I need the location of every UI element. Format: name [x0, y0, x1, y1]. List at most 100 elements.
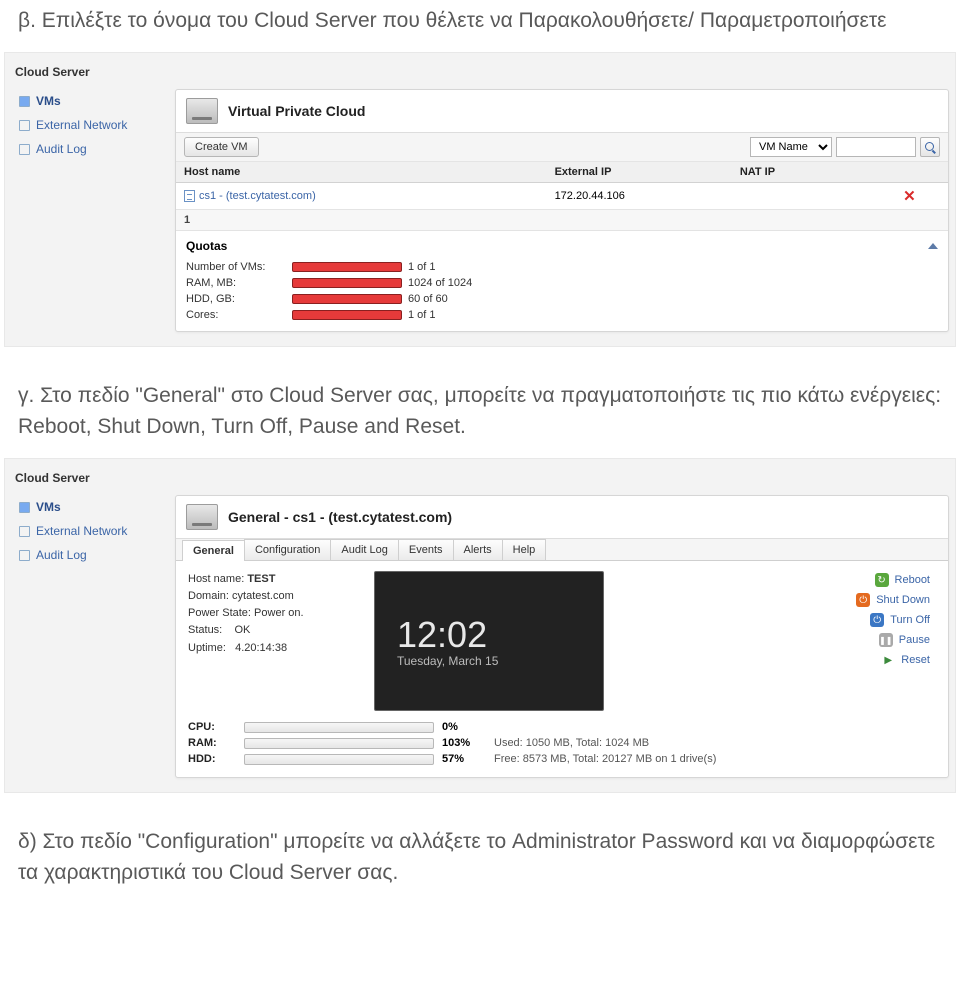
- breadcrumb[interactable]: Cloud Server: [5, 61, 955, 89]
- col-hostname[interactable]: Host name: [176, 162, 547, 183]
- tab-events[interactable]: Events: [398, 539, 454, 560]
- quota-bar: [292, 262, 402, 272]
- info-domain: cytatest.com: [232, 590, 294, 602]
- tab-help[interactable]: Help: [502, 539, 547, 560]
- panel-vpc: Cloud Server VMs External Network Audit …: [4, 52, 956, 347]
- vm-hostname-link[interactable]: cs1 - (test.cytatest.com): [199, 190, 316, 202]
- turnoff-button[interactable]: ⏻Turn Off: [870, 611, 930, 629]
- sidebar-item-label: External Network: [36, 524, 127, 538]
- stat-ram-bar: [244, 738, 434, 749]
- card-title: General - cs1 - (test.cytatest.com): [228, 509, 452, 525]
- col-nat-ip[interactable]: NAT IP: [732, 162, 871, 183]
- card-title: Virtual Private Cloud: [228, 103, 365, 119]
- pause-button[interactable]: ❚❚Pause: [879, 631, 930, 649]
- sidebar-item-label: VMs: [36, 94, 61, 108]
- quota-label: HDD, GB:: [186, 293, 286, 305]
- quota-label: RAM, MB:: [186, 277, 286, 289]
- stat-ram-detail: Used: 1050 MB, Total: 1024 MB: [494, 737, 649, 749]
- table-row: cs1 - (test.cytatest.com) 172.20.44.106 …: [176, 183, 948, 210]
- panel-general: Cloud Server VMs External Network Audit …: [4, 458, 956, 793]
- doc-paragraph-d: δ) Στο πεδίο "Configuration" μπορείτε να…: [0, 793, 960, 904]
- sidebar-item-label: VMs: [36, 500, 61, 514]
- stat-cpu-label: CPU:: [188, 721, 236, 733]
- sidebar-item-vms[interactable]: VMs: [19, 495, 175, 519]
- server-icon: [186, 504, 218, 530]
- thumb-date: Tuesday, March 15: [397, 654, 498, 668]
- general-card: General - cs1 - (test.cytatest.com) Gene…: [175, 495, 949, 778]
- box-icon: [19, 96, 30, 107]
- stat-cpu-pct: 0%: [442, 721, 486, 733]
- sidebar-item-external-network[interactable]: External Network: [19, 519, 175, 543]
- info-power: Power on.: [254, 607, 304, 619]
- box-icon: [19, 526, 30, 537]
- tab-configuration[interactable]: Configuration: [244, 539, 331, 560]
- stat-cpu-bar: [244, 722, 434, 733]
- tab-general[interactable]: General: [182, 540, 245, 561]
- search-input[interactable]: [836, 137, 916, 157]
- thumb-time: 12:02: [397, 615, 487, 655]
- console-thumbnail[interactable]: 12:02 Tuesday, March 15: [374, 571, 604, 711]
- vm-table: Host name External IP NAT IP cs1 - (test…: [176, 161, 948, 230]
- info-status: OK: [234, 624, 250, 636]
- pause-icon: ❚❚: [879, 633, 893, 647]
- collapse-icon[interactable]: [928, 243, 938, 249]
- shutdown-icon: ⏻: [856, 593, 870, 607]
- sidebar-item-audit-log[interactable]: Audit Log: [19, 543, 175, 567]
- box-icon: [19, 120, 30, 131]
- quota-label: Number of VMs:: [186, 261, 286, 273]
- sidebar-item-label: External Network: [36, 118, 127, 132]
- doc-paragraph-b: β. Επιλέξτε το όνομα του Cloud Server πο…: [0, 0, 960, 52]
- pager-row: 1: [176, 210, 948, 231]
- quota-text: 60 of 60: [408, 293, 448, 305]
- sidebar-item-audit-log[interactable]: Audit Log: [19, 137, 175, 161]
- tab-alerts[interactable]: Alerts: [453, 539, 503, 560]
- stat-hdd-detail: Free: 8573 MB, Total: 20127 MB on 1 driv…: [494, 753, 716, 765]
- sidebar: VMs External Network Audit Log: [5, 89, 175, 161]
- filter-select[interactable]: VM Name: [750, 137, 832, 157]
- reset-icon: ▶: [881, 653, 895, 667]
- server-icon: [186, 98, 218, 124]
- box-icon: [19, 144, 30, 155]
- vm-icon: [184, 190, 195, 202]
- cell-nat-ip: [732, 183, 871, 210]
- reboot-button[interactable]: ↻Reboot: [875, 571, 930, 589]
- info-hostname: TEST: [247, 573, 275, 585]
- actions-panel: ↻Reboot ⏻Shut Down ⏻Turn Off ❚❚Pause ▶Re…: [620, 571, 936, 669]
- breadcrumb[interactable]: Cloud Server: [5, 467, 955, 495]
- search-icon: [925, 142, 935, 152]
- quota-label: Cores:: [186, 309, 286, 321]
- sidebar: VMs External Network Audit Log: [5, 495, 175, 567]
- turnoff-icon: ⏻: [870, 613, 884, 627]
- stat-hdd-pct: 57%: [442, 753, 486, 765]
- cell-external-ip: 172.20.44.106: [547, 183, 732, 210]
- vpc-card: Virtual Private Cloud Create VM VM Name: [175, 89, 949, 332]
- stat-ram-label: RAM:: [188, 737, 236, 749]
- sidebar-item-vms[interactable]: VMs: [19, 89, 175, 113]
- sidebar-item-external-network[interactable]: External Network: [19, 113, 175, 137]
- quota-bar: [292, 294, 402, 304]
- col-external-ip[interactable]: External IP: [547, 162, 732, 183]
- stat-ram-pct: 103%: [442, 737, 486, 749]
- sidebar-item-label: Audit Log: [36, 548, 87, 562]
- info-block: Host name: TEST Domain: cytatest.com Pow…: [188, 571, 358, 656]
- stat-hdd-label: HDD:: [188, 753, 236, 765]
- box-icon: [19, 502, 30, 513]
- quota-text: 1024 of 1024: [408, 277, 472, 289]
- page-number[interactable]: 1: [176, 210, 948, 231]
- tab-audit-log[interactable]: Audit Log: [330, 539, 398, 560]
- info-uptime: 4.20:14:38: [235, 642, 287, 654]
- quotas-body: Number of VMs: 1 of 1 RAM, MB: 1024 of 102…: [176, 257, 948, 331]
- delete-vm-button[interactable]: ✕: [871, 183, 948, 210]
- create-vm-button[interactable]: Create VM: [184, 137, 259, 157]
- quota-text: 1 of 1: [408, 309, 436, 321]
- stat-hdd-bar: [244, 754, 434, 765]
- sidebar-item-label: Audit Log: [36, 142, 87, 156]
- quota-bar: [292, 310, 402, 320]
- search-button[interactable]: [920, 137, 940, 157]
- box-icon: [19, 550, 30, 561]
- shutdown-button[interactable]: ⏻Shut Down: [856, 591, 930, 609]
- tab-bar: General Configuration Audit Log Events A…: [176, 538, 948, 561]
- quotas-title: Quotas: [186, 239, 227, 253]
- reset-button[interactable]: ▶Reset: [881, 651, 930, 669]
- doc-paragraph-c: γ. Στο πεδίο "General" στο Cloud Server …: [0, 347, 960, 458]
